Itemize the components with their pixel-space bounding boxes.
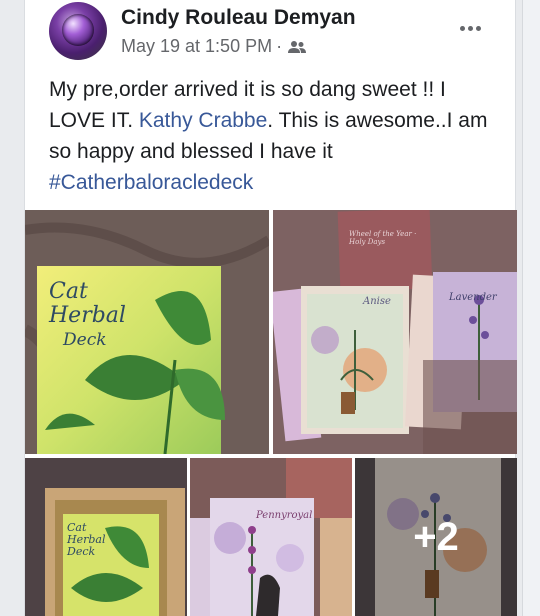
box-title-line1: Cat	[49, 279, 88, 304]
avatar-orb	[62, 14, 94, 46]
author-name[interactable]: Cindy Rouleau Demyan	[121, 6, 356, 30]
more-options-icon[interactable]	[455, 18, 485, 38]
post-card: Cindy Rouleau Demyan May 19 at 1:50 PM ·…	[24, 0, 517, 616]
box-title-line2: Herbal	[49, 303, 126, 328]
author-avatar[interactable]	[49, 2, 107, 60]
group-icon	[288, 40, 307, 53]
photo-4[interactable]: Pennyroyal	[190, 458, 352, 616]
more-photos-overlay[interactable]: +2	[355, 458, 517, 616]
post-text: My pre,order arrived it is so dang sweet…	[49, 74, 504, 198]
card-pennyroyal-label: Pennyroyal	[256, 510, 313, 521]
post-meta: May 19 at 1:50 PM ·	[121, 36, 307, 57]
mention-link[interactable]: Kathy Crabbe	[139, 109, 267, 132]
photo-5[interactable]: +2	[355, 458, 517, 616]
box-open-title: Cat Herbal Deck	[67, 521, 106, 558]
card-lavender-label: Lavender	[449, 292, 497, 303]
box-title: Cat Herbal Deck	[49, 280, 126, 352]
card-wheel-label: Wheel of the Year · Holy Days	[349, 230, 417, 246]
page-scroll-edge	[522, 0, 540, 616]
box-title-line3: Deck	[63, 330, 107, 350]
photo-2[interactable]: Wheel of the Year · Holy Days Anise Lave…	[273, 210, 517, 454]
card-anise-label: Anise	[363, 296, 391, 307]
hashtag-link[interactable]: #Catherbaloracledeck	[49, 171, 253, 194]
post-timestamp[interactable]: May 19 at 1:50 PM	[121, 36, 272, 57]
photo-1[interactable]: Cat Herbal Deck	[25, 210, 269, 454]
meta-separator: ·	[276, 36, 283, 56]
more-photos-count: +2	[413, 514, 459, 559]
photo-3[interactable]: Cat Herbal Deck	[25, 458, 187, 616]
